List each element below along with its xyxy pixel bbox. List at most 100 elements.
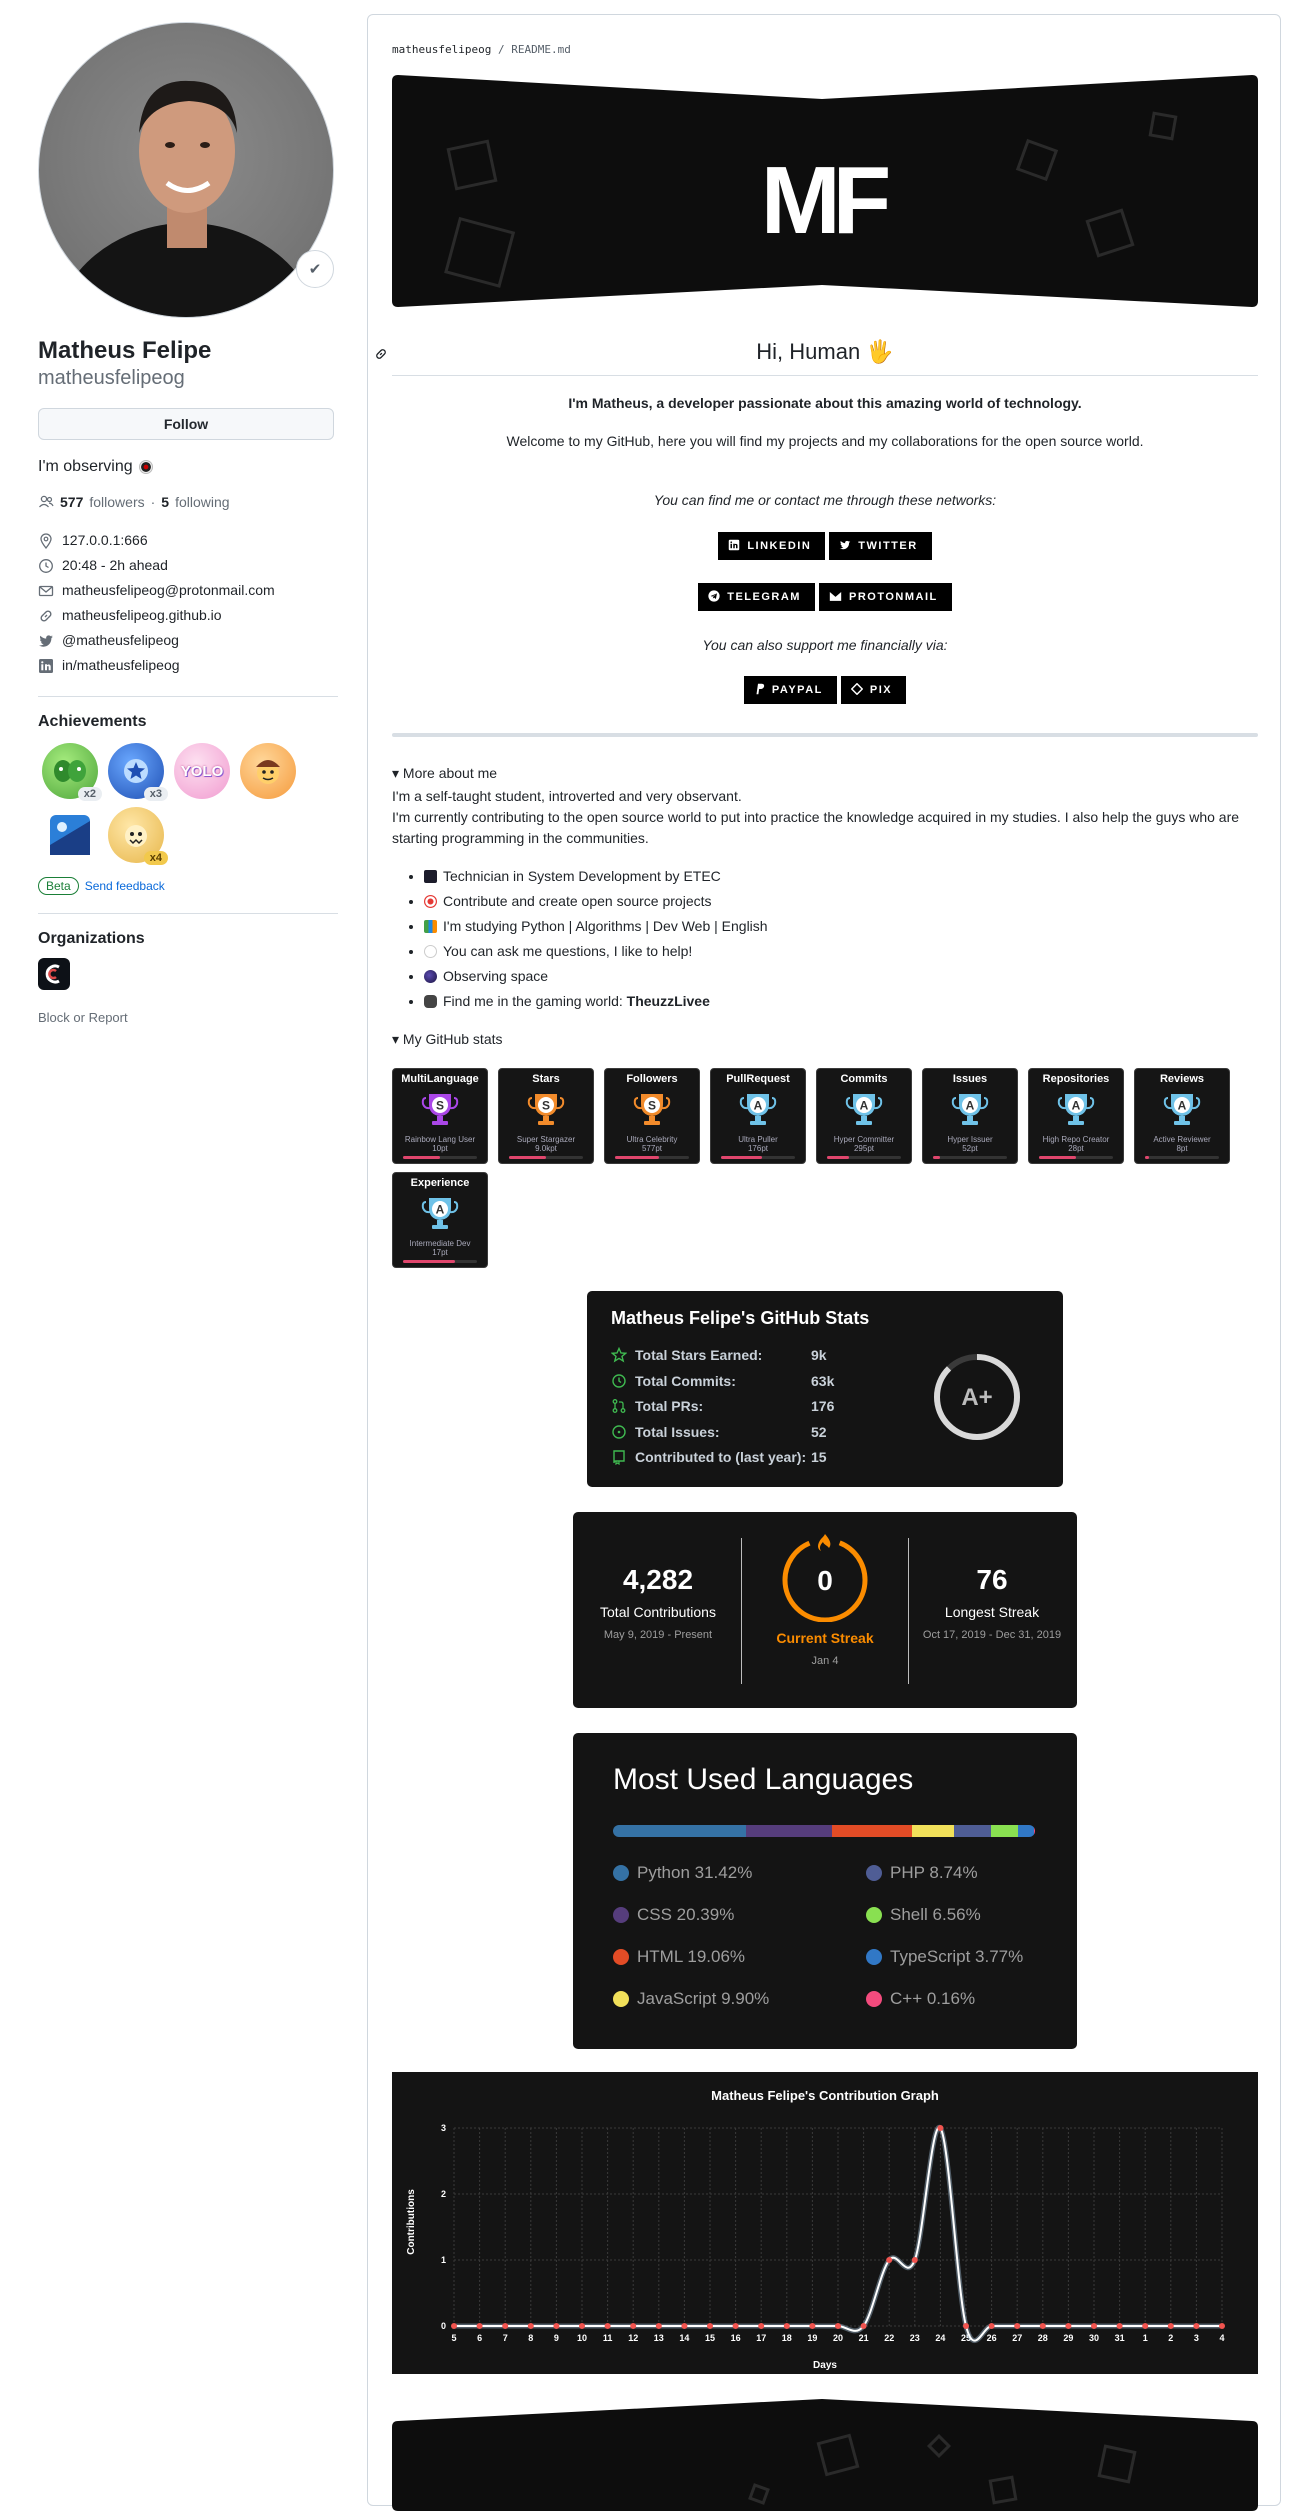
email-link[interactable]: matheusfelipeog@protonmail.com: [62, 578, 275, 603]
trophy-progress: [509, 1156, 583, 1159]
achievement-count: x4: [143, 851, 168, 865]
twitter-badge[interactable]: TWITTER: [829, 532, 932, 560]
following-label[interactable]: following: [175, 494, 229, 510]
anchor-link-icon[interactable]: [374, 347, 388, 366]
status-icon[interactable]: ✔: [296, 250, 334, 288]
telegram-badge[interactable]: TELEGRAM: [698, 583, 815, 611]
data-point: [835, 2323, 841, 2329]
star-icon: [611, 1347, 627, 1363]
trophy-name: Hyper Issuer: [947, 1135, 993, 1144]
achievement-pair-extraordinaire[interactable]: x2: [42, 743, 102, 801]
block-or-report-link[interactable]: Block or Report: [38, 1010, 338, 1025]
achievement-yolo[interactable]: YOLO: [174, 743, 230, 799]
achievements-title[interactable]: Achievements: [38, 713, 338, 731]
data-point: [1116, 2323, 1123, 2329]
list-item-text: You can ask me questions, I like to help…: [443, 943, 693, 959]
send-feedback-link[interactable]: Send feedback: [85, 879, 165, 893]
location-text: 127.0.0.1:666: [62, 532, 148, 548]
more-about-toggle[interactable]: ▾ More about me: [392, 765, 497, 782]
following-count[interactable]: 5: [161, 494, 169, 510]
twitter-link[interactable]: @matheusfelipeog: [62, 628, 179, 653]
contribution-graph[interactable]: Matheus Felipe's Contribution Graph Days…: [392, 2072, 1258, 2374]
issue-icon: [612, 1424, 626, 1439]
trophy-progress: [615, 1156, 689, 1159]
trophy-card[interactable]: Reviews A Active Reviewer 8pt: [1134, 1068, 1230, 1164]
organization-avatar[interactable]: [38, 958, 70, 990]
trophy-card[interactable]: Commits A Hyper Committer 295pt: [816, 1068, 912, 1164]
achievement-pull-shark[interactable]: x4: [108, 807, 168, 865]
trophy-name: Rainbow Lang User: [404, 1135, 476, 1144]
x-tick-label: 23: [910, 2333, 920, 2343]
website-link[interactable]: matheusfelipeog.github.io: [62, 603, 222, 628]
list-item: You can ask me questions, I like to help…: [424, 939, 768, 964]
paypal-badge[interactable]: PAYPAL: [743, 676, 837, 704]
list-item-text: I'm studying Python | Algorithms | Dev W…: [443, 918, 768, 934]
data-point: [527, 2323, 534, 2329]
language-label: C++ 0.16%: [890, 1989, 976, 2008]
y-tick-label: 0: [441, 2321, 446, 2331]
linkedin-badge-label: LINKEDIN: [747, 540, 812, 552]
data-point: [758, 2323, 765, 2329]
stats-row: Total Stars Earned: 9k: [611, 1347, 827, 1363]
pix-badge[interactable]: PIX: [840, 676, 907, 704]
trophy-card[interactable]: Followers S Ultra Celebrity 577pt: [604, 1068, 700, 1164]
language-segment: [953, 1825, 991, 1837]
streak-card[interactable]: 4,282 Total Contributions May 9, 2019 - …: [573, 1512, 1077, 1708]
github-stats-toggle[interactable]: ▾ My GitHub stats: [392, 1031, 503, 1048]
x-tick-label: 3: [1194, 2333, 1199, 2343]
language-dot: [613, 1991, 629, 2007]
stats-row: Total Commits: 63k: [611, 1373, 834, 1389]
greeting-heading: Hi, Human 🖐️: [392, 339, 1258, 376]
data-point: [1039, 2323, 1046, 2329]
trophy-title: Commits: [840, 1073, 888, 1085]
trophy-card[interactable]: MultiLanguage S Rainbow Lang User 10pt: [392, 1068, 488, 1164]
trophy-points: 8pt: [1176, 1144, 1188, 1153]
linkedin-link[interactable]: in/matheusfelipeog: [62, 653, 180, 678]
profile-sidebar: ✔ Matheus Felipe matheusfelipeog Follow …: [38, 22, 338, 1025]
avatar[interactable]: [38, 22, 334, 318]
sidebar-divider: [38, 913, 338, 914]
languages-card[interactable]: Most Used Languages Python 31.42% PHP 8.7…: [573, 1733, 1077, 2049]
data-point: [579, 2323, 585, 2329]
gaming-name[interactable]: TheuzzLivee: [627, 993, 710, 1009]
achievement-quickdraw[interactable]: [240, 743, 296, 799]
trophy-card[interactable]: PullRequest A Ultra Puller 176pt: [710, 1068, 806, 1164]
language-dot: [613, 1949, 629, 1965]
trophy-card[interactable]: Experience A Intermediate Dev 17pt: [392, 1172, 488, 1268]
graph-y-axis-label: Contributions: [406, 2189, 417, 2255]
welcome-text: Welcome to my GitHub, here you will find…: [506, 433, 1144, 449]
trophy-card[interactable]: Stars S Super Stargazer 9.0kpt: [498, 1068, 594, 1164]
link-icon: [38, 608, 54, 624]
support-row: PAYPAL PIX: [392, 676, 1258, 704]
trophy-title: Repositories: [1042, 1073, 1110, 1085]
stats-row-label: Contributed to (last year):: [635, 1449, 807, 1465]
achievement-arctic-code-vault[interactable]: [42, 807, 98, 863]
pull-request-icon: [612, 1399, 626, 1413]
follow-button[interactable]: Follow: [38, 408, 334, 440]
location-item: 127.0.0.1:666: [38, 528, 338, 553]
trophy-name: High Repo Creator: [1042, 1135, 1110, 1144]
data-point: [476, 2323, 483, 2329]
paypal-badge-label: PAYPAL: [771, 684, 823, 696]
list-item-text: Contribute and create open source projec…: [443, 893, 712, 909]
protonmail-badge[interactable]: PROTONMAIL: [818, 583, 952, 611]
followers-count[interactable]: 577: [60, 494, 83, 510]
followers-label[interactable]: followers: [89, 494, 144, 510]
trophy-card[interactable]: Repositories A High Repo Creator 28pt: [1028, 1068, 1124, 1164]
follow-counts: 577 followers · 5 following: [38, 494, 338, 510]
trophy-card[interactable]: Issues A Hyper Issuer 52pt: [922, 1068, 1018, 1164]
data-point: [1219, 2323, 1225, 2329]
linkedin-badge[interactable]: LINKEDIN: [718, 532, 826, 560]
current-streak-date: Jan 4: [811, 1655, 839, 1667]
github-stats-card[interactable]: Matheus Felipe's GitHub Stats Total Star…: [587, 1291, 1063, 1487]
achievement-starstruck[interactable]: x3: [108, 743, 168, 801]
data-point: [630, 2323, 637, 2329]
longest-streak-value: 76: [976, 1564, 1008, 1595]
x-tick-label: 13: [654, 2333, 664, 2343]
achievements-list: x2 x3 YOLO x4: [38, 743, 318, 865]
readme-user-link[interactable]: matheusfelipeog: [392, 43, 491, 56]
path-separator: /: [497, 43, 505, 56]
trophy-points: 295pt: [853, 1144, 875, 1153]
x-tick-label: 31: [1115, 2333, 1125, 2343]
x-tick-label: 8: [528, 2333, 533, 2343]
